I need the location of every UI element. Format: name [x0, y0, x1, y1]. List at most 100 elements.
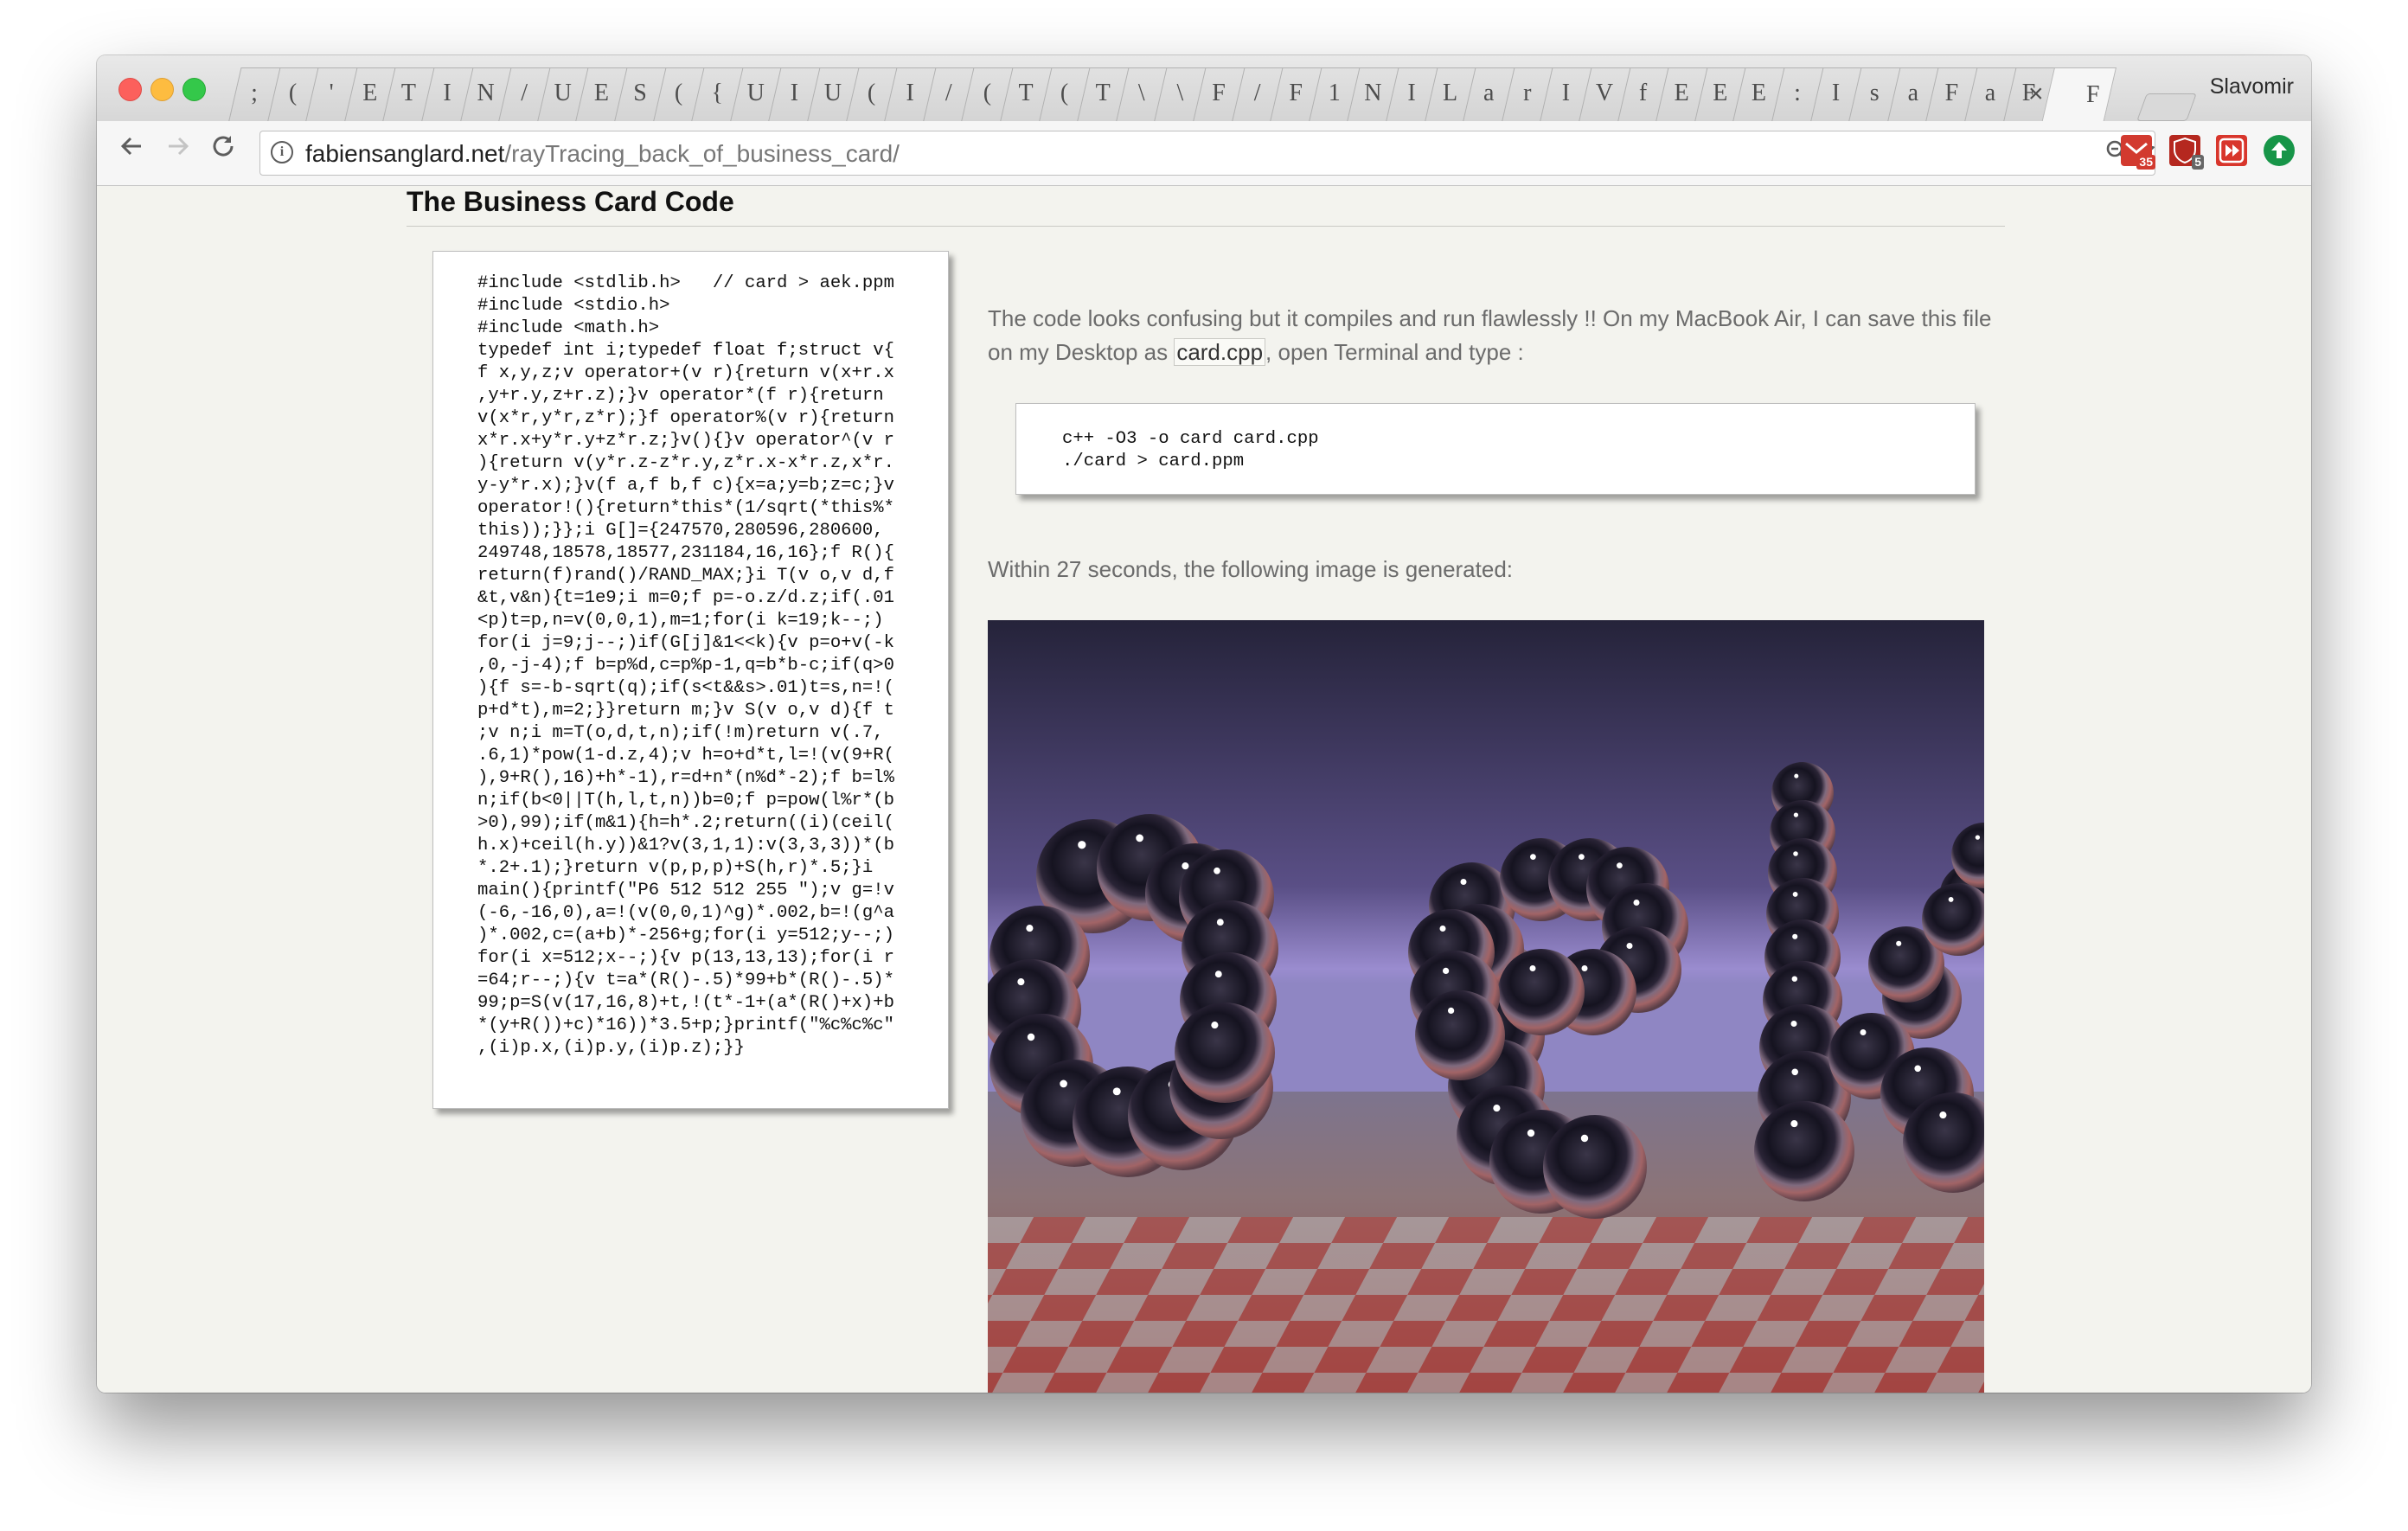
- sphere-highlight: [1860, 1029, 1867, 1035]
- sphere-highlight: [1581, 965, 1588, 971]
- section-heading: The Business Card Code: [407, 186, 734, 217]
- tab-favicon: /: [521, 80, 528, 106]
- tab-favicon: (: [867, 80, 876, 106]
- sphere-highlight: [1633, 900, 1640, 906]
- url-text[interactable]: fabiensanglard.net/rayTracing_back_of_bu…: [305, 140, 900, 168]
- tab-favicon: f: [1638, 80, 1648, 106]
- url-host: fabiensanglard.net: [305, 140, 505, 167]
- update-extension-icon[interactable]: [2264, 135, 2295, 166]
- tab-favicon: F: [1212, 80, 1226, 106]
- active-tab[interactable]: [2041, 67, 2117, 124]
- sphere-highlight: [1447, 1007, 1455, 1015]
- sphere-highlight: [1027, 1033, 1035, 1041]
- tab-favicon: N: [477, 80, 495, 106]
- sphere-highlight: [1791, 976, 1798, 982]
- gmail-extension-icon[interactable]: 35: [2121, 135, 2155, 170]
- tab-strip: ;(' E T I N / U E S({U I U(I /(T(T \ \ F / F 1 N I La r I Vf E E E…: [97, 55, 2311, 124]
- sphere-highlight: [1617, 862, 1623, 868]
- sphere-highlight: [1493, 1105, 1501, 1112]
- tab-favicon: E: [1674, 80, 1689, 106]
- gmail-badge: 35: [2136, 155, 2155, 170]
- ublock-badge: 5: [2192, 155, 2204, 170]
- tab-favicon: (: [674, 80, 683, 106]
- tab-favicon: U: [823, 80, 842, 106]
- back-arrow-icon: [120, 137, 141, 156]
- intro-paragraph: The code looks confusing but it compiles…: [988, 302, 2008, 369]
- sphere-highlight: [1914, 1065, 1921, 1073]
- tab-favicon: V: [1595, 80, 1614, 106]
- address-bar[interactable]: i fabiensanglard.net/rayTracing_back_of_…: [259, 131, 2155, 176]
- heading-divider: [407, 226, 2005, 227]
- browser-toolbar: i fabiensanglard.net/rayTracing_back_of_…: [97, 121, 2311, 186]
- info-icon[interactable]: i: [271, 141, 293, 163]
- business-card-code-box: #include <stdlib.h> // card > aek.ppm #i…: [432, 251, 949, 1109]
- tab-favicon: /: [1253, 80, 1261, 106]
- sphere-highlight: [1790, 1120, 1798, 1128]
- maximize-window-button[interactable]: [183, 78, 206, 101]
- skip-extension-icon[interactable]: [2216, 135, 2247, 166]
- sphere-highlight: [1896, 940, 1902, 946]
- intro-text-after: , open Terminal and type :: [1265, 339, 1524, 365]
- compile-command: c++ -O3 -o card card.cpp ./card > card.p…: [1062, 429, 1319, 471]
- ublock-extension-icon[interactable]: 5: [2169, 135, 2204, 170]
- tab-favicon: a: [1907, 80, 1919, 106]
- checker-floor: [988, 1217, 1984, 1393]
- tab-favicon: E: [1751, 80, 1766, 106]
- tab-favicon: E: [593, 80, 609, 106]
- close-tab-icon[interactable]: ×: [2028, 80, 2044, 109]
- tab-favicon: F: [1289, 80, 1303, 106]
- sphere-highlight: [1017, 978, 1025, 986]
- tab-favicon: /: [945, 80, 952, 106]
- sphere-highlight: [1626, 943, 1633, 949]
- tab-favicon: E: [362, 80, 378, 106]
- sphere-highlight: [1794, 773, 1799, 778]
- sphere-highlight: [1530, 854, 1536, 860]
- tab-favicon[interactable]: F: [2086, 81, 2100, 109]
- sphere-highlight: [1060, 1079, 1067, 1088]
- tab-favicon: (: [1060, 80, 1069, 106]
- tab-favicon: N: [1364, 80, 1382, 106]
- tab-favicon: U: [746, 80, 765, 106]
- sphere-highlight: [1211, 1022, 1219, 1029]
- inline-code-filename: card.cpp: [1174, 338, 1266, 366]
- forward-arrow-icon: [169, 137, 189, 156]
- sphere: [1754, 1101, 1854, 1201]
- sphere-highlight: [1442, 967, 1450, 975]
- forward-button[interactable]: [164, 132, 192, 167]
- tab-favicon: \: [1137, 80, 1145, 106]
- sphere-highlight: [1948, 896, 1954, 902]
- sphere: [1498, 949, 1585, 1035]
- tab-favicon: a: [1984, 80, 1996, 106]
- tab-favicon: (: [288, 80, 298, 106]
- business-card-code: #include <stdlib.h> // card > aek.ppm #i…: [477, 273, 894, 1058]
- back-button[interactable]: [118, 132, 145, 167]
- close-window-button[interactable]: [118, 78, 142, 101]
- tab-favicon: I: [790, 80, 799, 106]
- new-tab-button[interactable]: [2136, 93, 2197, 121]
- sphere-highlight: [1078, 841, 1086, 849]
- tab-favicon: I: [1407, 80, 1416, 106]
- tab-favicon: :: [1794, 80, 1801, 106]
- tab-favicon: (: [983, 80, 992, 106]
- tab-favicon: I: [906, 80, 914, 106]
- sphere-highlight: [1579, 854, 1585, 860]
- tab-favicon: T: [1095, 80, 1111, 106]
- sphere-highlight: [1529, 965, 1536, 971]
- tab-favicon: r: [1523, 80, 1532, 106]
- tab-favicon: S: [633, 80, 647, 106]
- reload-icon: [213, 136, 234, 157]
- profile-name[interactable]: Slavomir: [2210, 74, 2294, 99]
- tab-favicon: ;: [251, 80, 258, 106]
- sphere-highlight: [1792, 933, 1798, 939]
- sphere-highlight: [1975, 835, 1981, 840]
- tab-favicon: L: [1443, 80, 1458, 106]
- sphere: [1415, 990, 1505, 1080]
- tab-favicon: T: [1018, 80, 1034, 106]
- sphere-highlight: [1939, 1111, 1947, 1119]
- tab-favicon: 1: [1328, 80, 1341, 106]
- minimize-window-button[interactable]: [150, 78, 174, 101]
- reload-button[interactable]: [209, 132, 237, 167]
- sphere-highlight: [1580, 1134, 1589, 1143]
- sphere: [1543, 1115, 1647, 1219]
- sphere-highlight: [1026, 925, 1034, 932]
